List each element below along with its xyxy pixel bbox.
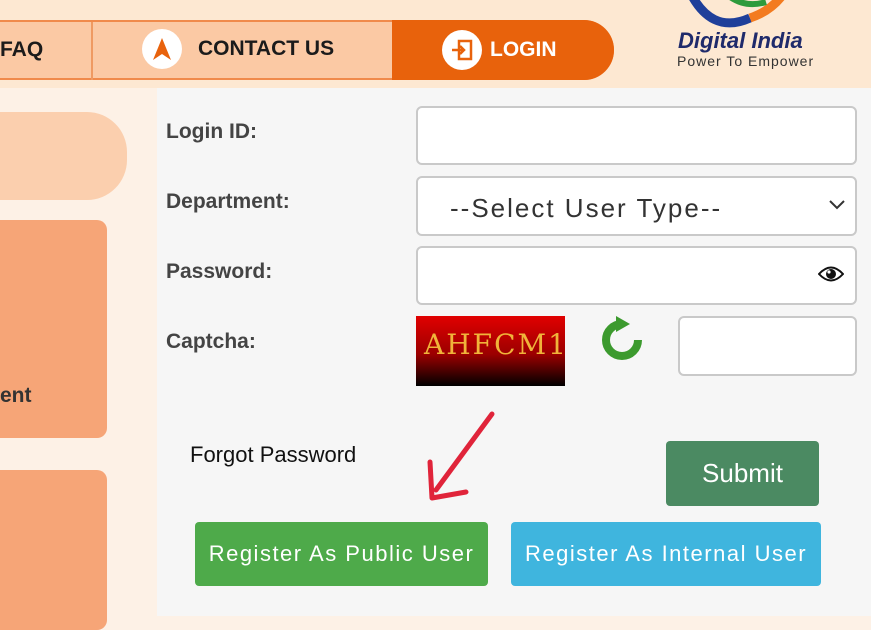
login-id-input[interactable]	[416, 106, 857, 165]
department-label: Department:	[166, 190, 290, 213]
chevron-down-icon	[829, 200, 845, 210]
nav-login[interactable]: LOGIN	[392, 20, 614, 80]
nav-divider	[91, 22, 93, 80]
submit-button[interactable]: Submit	[666, 441, 819, 506]
nav-contact-label: CONTACT US	[198, 37, 335, 60]
annotation-arrow-icon	[427, 411, 495, 501]
logo-title: Digital India	[678, 28, 803, 53]
password-label: Password:	[166, 260, 273, 283]
captcha-input[interactable]	[678, 316, 857, 376]
register-internal-user-button[interactable]: Register As Internal User	[511, 522, 821, 586]
login-door-icon	[442, 30, 482, 70]
forgot-password-link[interactable]: Forgot Password	[190, 442, 356, 468]
nav-contact-us[interactable]: CONTACT US	[142, 29, 334, 69]
compass-arrow-icon	[142, 29, 182, 69]
captcha-label: Captcha:	[166, 330, 256, 353]
refresh-icon[interactable]	[598, 316, 646, 364]
register-public-user-button[interactable]: Register As Public User	[195, 522, 488, 586]
nav-login-label: LOGIN	[490, 38, 557, 61]
login-id-label: Login ID:	[166, 120, 257, 143]
captcha-text: AHFCM1	[424, 328, 568, 361]
sidebar-pill[interactable]	[0, 112, 127, 200]
sidebar-card[interactable]	[0, 470, 107, 630]
department-select-value: --Select User Type--	[450, 193, 723, 223]
sidebar-card-label: ent	[0, 384, 32, 407]
logo-tagline: Power To Empower	[677, 53, 815, 69]
password-input[interactable]	[416, 246, 857, 305]
nav-faq[interactable]: FAQ	[0, 38, 43, 62]
eye-icon[interactable]	[818, 265, 844, 283]
digital-india-logo-icon	[689, 0, 785, 28]
